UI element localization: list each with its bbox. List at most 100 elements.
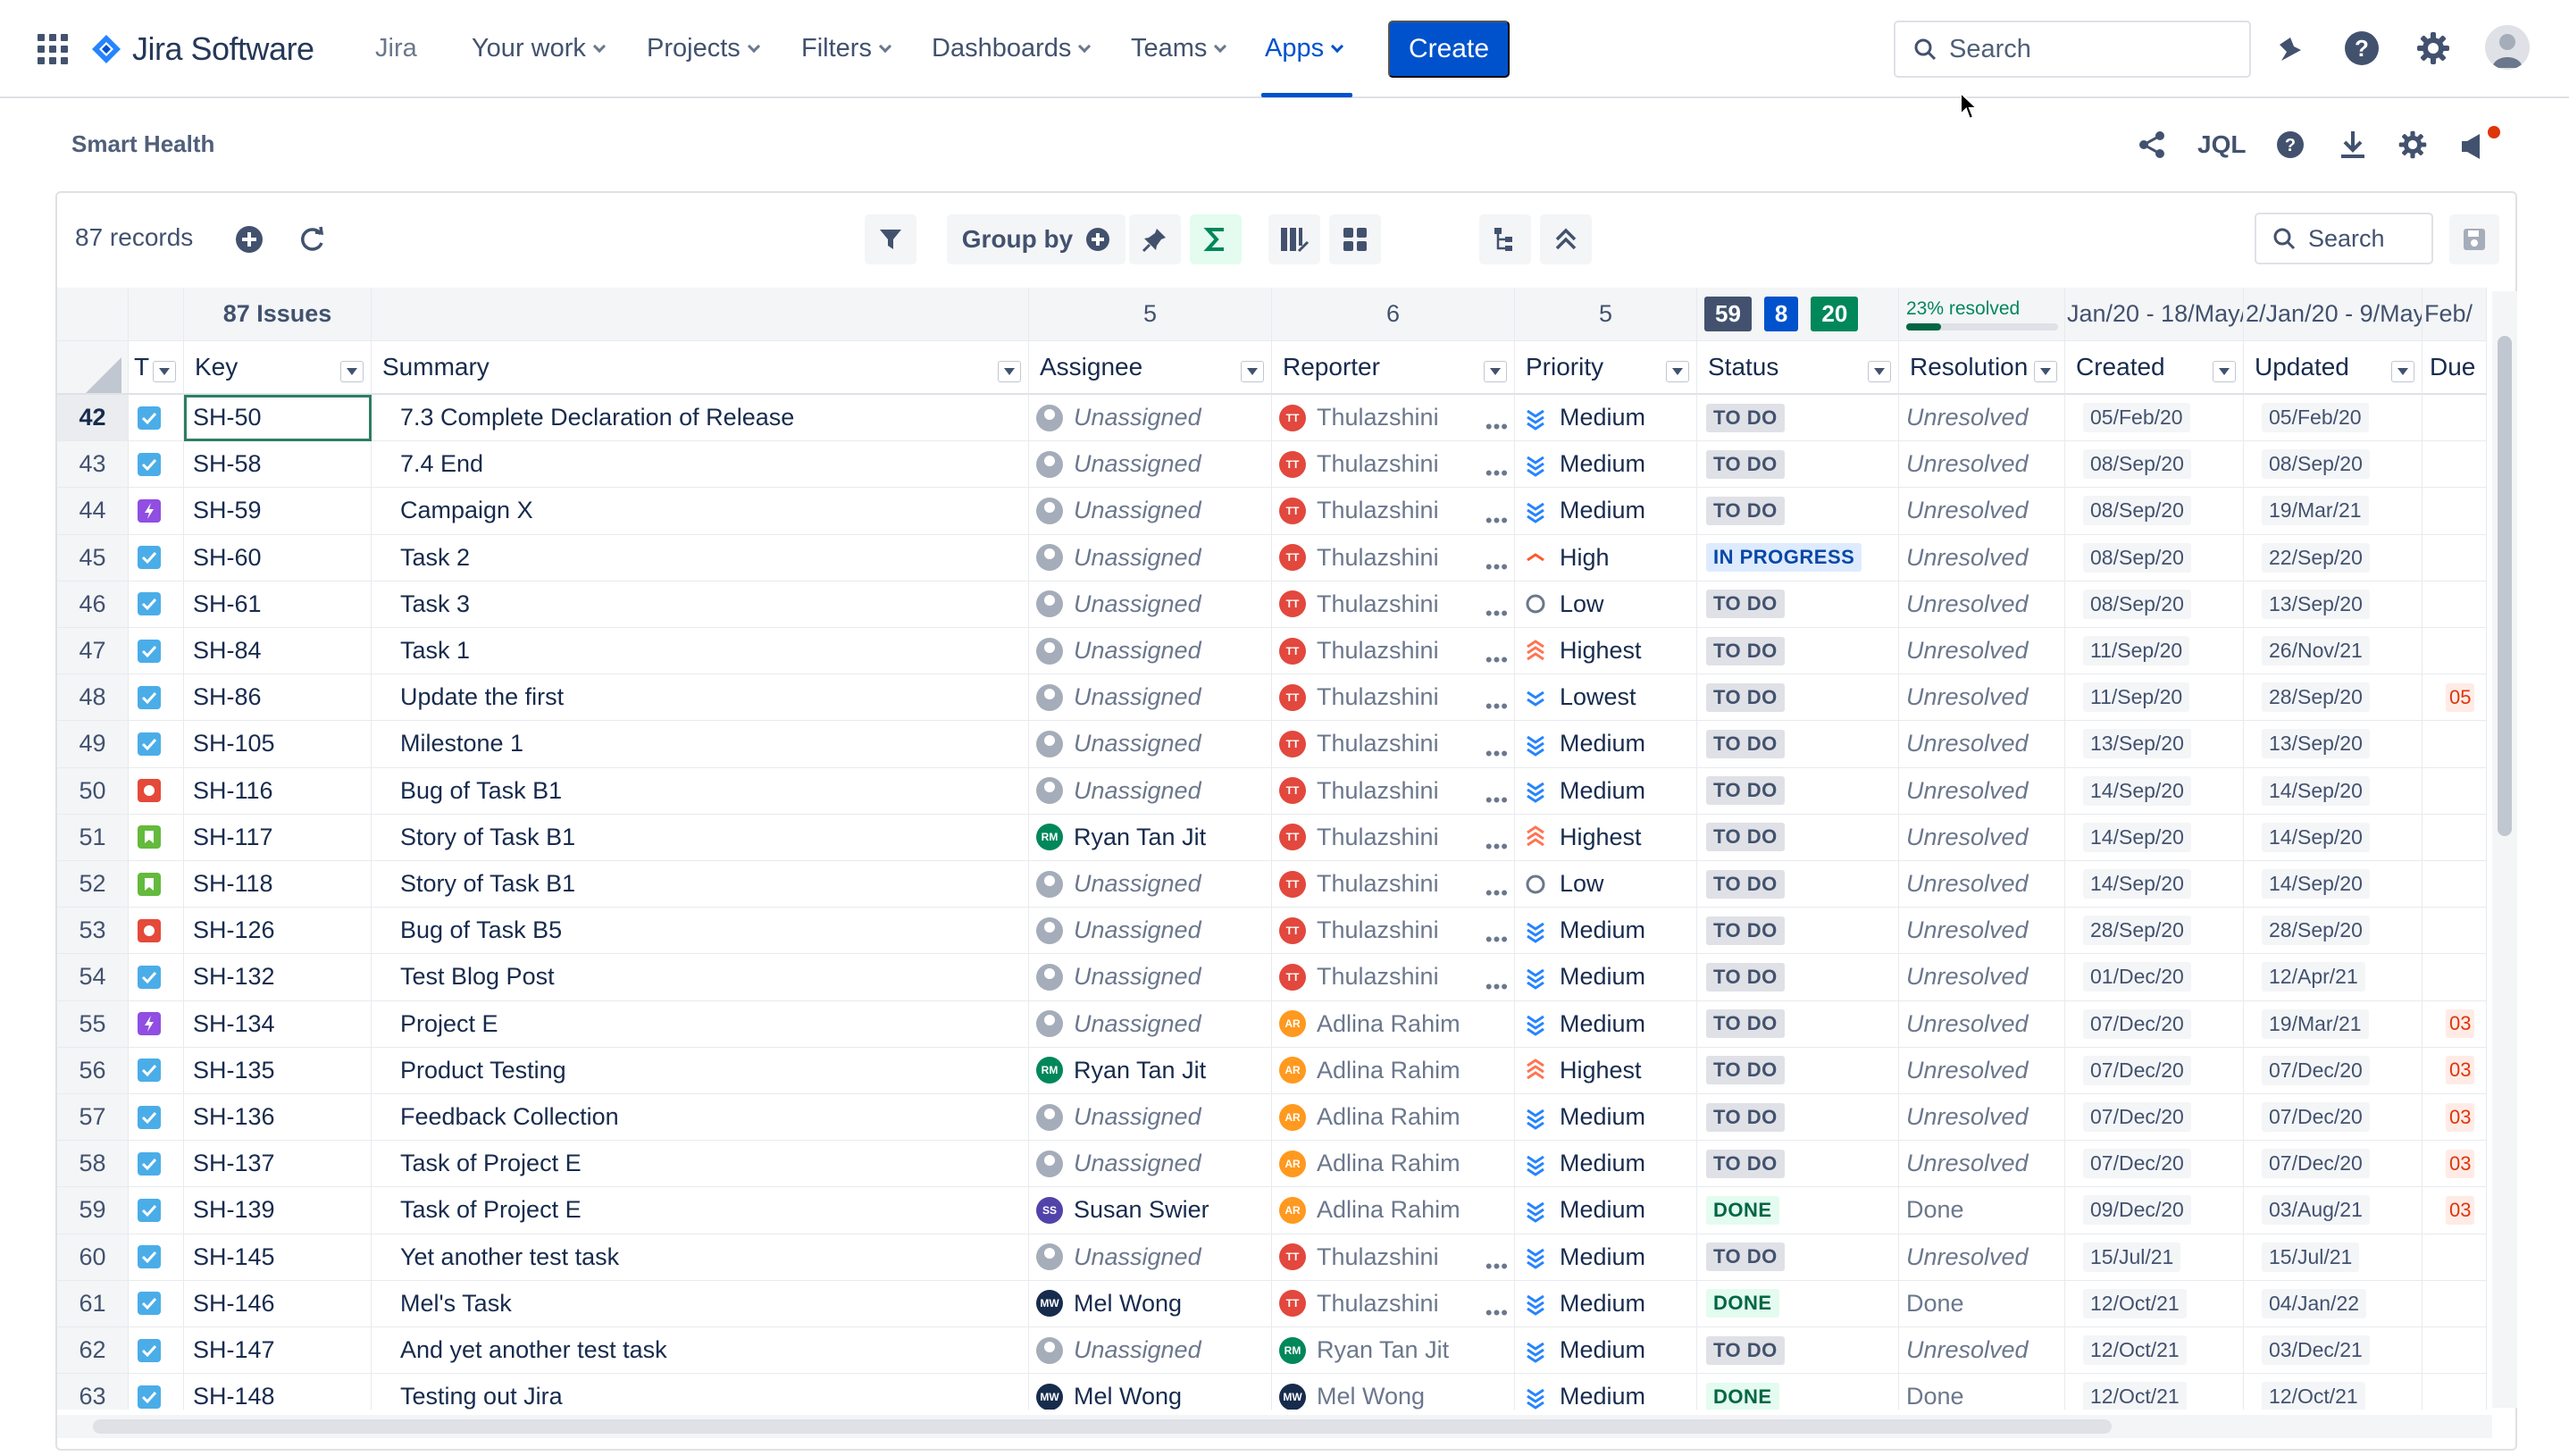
- issue-key[interactable]: SH-145: [184, 1234, 372, 1281]
- issue-type-cell[interactable]: [129, 1047, 184, 1094]
- column-due[interactable]: Due: [2423, 341, 2487, 395]
- reporter-cell[interactable]: RM Ryan Tan Jit: [1272, 1327, 1515, 1375]
- table-row[interactable]: 59 SH-139 Task of Project E SS Susan Swier AR…: [57, 1187, 2487, 1234]
- column-filter-icon[interactable]: [998, 361, 1021, 382]
- resolution-cell[interactable]: Done: [1899, 1374, 2065, 1410]
- due-cell[interactable]: [2423, 767, 2487, 815]
- due-cell[interactable]: [2423, 721, 2487, 768]
- issue-summary[interactable]: 7.4 End: [372, 441, 1029, 489]
- sum-icon[interactable]: [1190, 214, 1242, 264]
- global-search[interactable]: [1894, 21, 2251, 78]
- status-cell[interactable]: DONE: [1697, 1187, 1899, 1234]
- due-cell[interactable]: [2423, 581, 2487, 628]
- reporter-cell[interactable]: TT Thulazshini •••: [1272, 954, 1515, 1001]
- created-cell[interactable]: 28/Sep/20: [2065, 908, 2244, 955]
- global-search-input[interactable]: [1949, 34, 2235, 64]
- priority-cell[interactable]: Medium: [1515, 395, 1697, 442]
- save-view-icon[interactable]: [2449, 214, 2499, 264]
- column-filter-icon[interactable]: [1666, 361, 1689, 382]
- reporter-cell[interactable]: MW Mel Wong: [1272, 1374, 1515, 1410]
- created-cell[interactable]: 12/Oct/21: [2065, 1374, 2244, 1410]
- priority-cell[interactable]: Highest: [1515, 814, 1697, 861]
- notifications-icon[interactable]: [2269, 29, 2310, 70]
- created-cell[interactable]: 09/Dec/20: [2065, 1187, 2244, 1234]
- issue-key[interactable]: SH-61: [184, 581, 372, 628]
- table-row[interactable]: 50 SH-116 Bug of Task B1 Unassigned TT Thulaz…: [57, 767, 2487, 815]
- assignee-cell[interactable]: Unassigned: [1029, 1234, 1272, 1281]
- due-cell[interactable]: 03: [2423, 1000, 2487, 1048]
- issue-summary[interactable]: Yet another test task: [372, 1234, 1029, 1281]
- created-cell[interactable]: 08/Sep/20: [2065, 534, 2244, 582]
- more-icon[interactable]: •••: [1485, 975, 1509, 999]
- reporter-cell[interactable]: AR Adlina Rahim: [1272, 1047, 1515, 1094]
- priority-cell[interactable]: Medium: [1515, 1234, 1697, 1281]
- issue-key[interactable]: SH-118: [184, 861, 372, 908]
- status-cell[interactable]: TO DO: [1697, 441, 1899, 489]
- updated-cell[interactable]: 13/Sep/20: [2244, 581, 2423, 628]
- more-icon[interactable]: •••: [1485, 649, 1509, 672]
- help-icon[interactable]: ?: [2340, 27, 2383, 70]
- reporter-cell[interactable]: AR Adlina Rahim: [1272, 1187, 1515, 1234]
- assignee-cell[interactable]: Unassigned: [1029, 441, 1272, 489]
- priority-cell[interactable]: Highest: [1515, 1047, 1697, 1094]
- priority-cell[interactable]: Medium: [1515, 1280, 1697, 1327]
- reporter-cell[interactable]: AR Adlina Rahim: [1272, 1000, 1515, 1048]
- issue-type-cell[interactable]: [129, 1280, 184, 1327]
- issue-summary[interactable]: Test Blog Post: [372, 954, 1029, 1001]
- resolution-cell[interactable]: Unresolved: [1899, 861, 2065, 908]
- table-row[interactable]: 48 SH-86 Update the first Unassigned TT Thula…: [57, 674, 2487, 722]
- column-filter-icon[interactable]: [2391, 361, 2414, 382]
- resolution-cell[interactable]: Unresolved: [1899, 628, 2065, 675]
- issue-summary[interactable]: 7.3 Complete Declaration of Release: [372, 395, 1029, 442]
- refresh-icon[interactable]: [289, 214, 334, 264]
- status-cell[interactable]: TO DO: [1697, 1047, 1899, 1094]
- issue-key[interactable]: SH-148: [184, 1374, 372, 1410]
- row-number[interactable]: 54: [57, 954, 129, 1001]
- updated-cell[interactable]: 07/Dec/20: [2244, 1047, 2423, 1094]
- issue-type-cell[interactable]: [129, 395, 184, 442]
- table-row[interactable]: 51 SH-117 Story of Task B1 RM Ryan Tan Jit TT…: [57, 814, 2487, 861]
- priority-cell[interactable]: Medium: [1515, 954, 1697, 1001]
- issue-type-cell[interactable]: [129, 721, 184, 768]
- grid-search[interactable]: [2255, 213, 2433, 264]
- resolution-cell[interactable]: Done: [1899, 1280, 2065, 1327]
- table-row[interactable]: 46 SH-61 Task 3 Unassigned TT Thulazshini ••• L…: [57, 581, 2487, 628]
- due-cell[interactable]: 03: [2423, 1187, 2487, 1234]
- row-number[interactable]: 44: [57, 488, 129, 535]
- assignee-cell[interactable]: Unassigned: [1029, 628, 1272, 675]
- resolution-cell[interactable]: Unresolved: [1899, 908, 2065, 955]
- issue-summary[interactable]: Feedback Collection: [372, 1094, 1029, 1142]
- status-cell[interactable]: TO DO: [1697, 628, 1899, 675]
- app-switcher-icon[interactable]: [38, 34, 68, 64]
- issue-summary[interactable]: Testing out Jira: [372, 1374, 1029, 1410]
- due-cell[interactable]: [2423, 441, 2487, 489]
- priority-cell[interactable]: Low: [1515, 861, 1697, 908]
- reporter-cell[interactable]: TT Thulazshini •••: [1272, 674, 1515, 722]
- column-priority[interactable]: Priority: [1515, 341, 1697, 395]
- columns-icon[interactable]: [1268, 214, 1320, 264]
- column-filter-icon[interactable]: [2213, 361, 2236, 382]
- created-cell[interactable]: 07/Dec/20: [2065, 1000, 2244, 1048]
- priority-cell[interactable]: Medium: [1515, 1141, 1697, 1188]
- issue-summary[interactable]: Bug of Task B5: [372, 908, 1029, 955]
- user-avatar[interactable]: [2485, 25, 2530, 70]
- reporter-cell[interactable]: TT Thulazshini •••: [1272, 1234, 1515, 1281]
- row-number[interactable]: 49: [57, 721, 129, 768]
- row-number[interactable]: 51: [57, 814, 129, 861]
- due-cell[interactable]: 03: [2423, 1047, 2487, 1094]
- status-cell[interactable]: TO DO: [1697, 814, 1899, 861]
- issue-key[interactable]: SH-117: [184, 814, 372, 861]
- table-row[interactable]: 55 SH-134 Project E Unassigned AR Adlina Rahi…: [57, 1000, 2487, 1048]
- resolution-cell[interactable]: Unresolved: [1899, 395, 2065, 442]
- more-icon[interactable]: •••: [1485, 602, 1509, 625]
- column-filter-icon[interactable]: [2034, 361, 2057, 382]
- assignee-cell[interactable]: Unassigned: [1029, 908, 1272, 955]
- priority-cell[interactable]: Medium: [1515, 1327, 1697, 1375]
- created-cell[interactable]: 12/Oct/21: [2065, 1280, 2244, 1327]
- issue-summary[interactable]: Story of Task B1: [372, 814, 1029, 861]
- status-cell[interactable]: TO DO: [1697, 767, 1899, 815]
- row-number[interactable]: 53: [57, 908, 129, 955]
- nav-filters[interactable]: Filters: [801, 34, 892, 63]
- horizontal-scrollbar[interactable]: [57, 1415, 2492, 1438]
- issue-type-cell[interactable]: [129, 1187, 184, 1234]
